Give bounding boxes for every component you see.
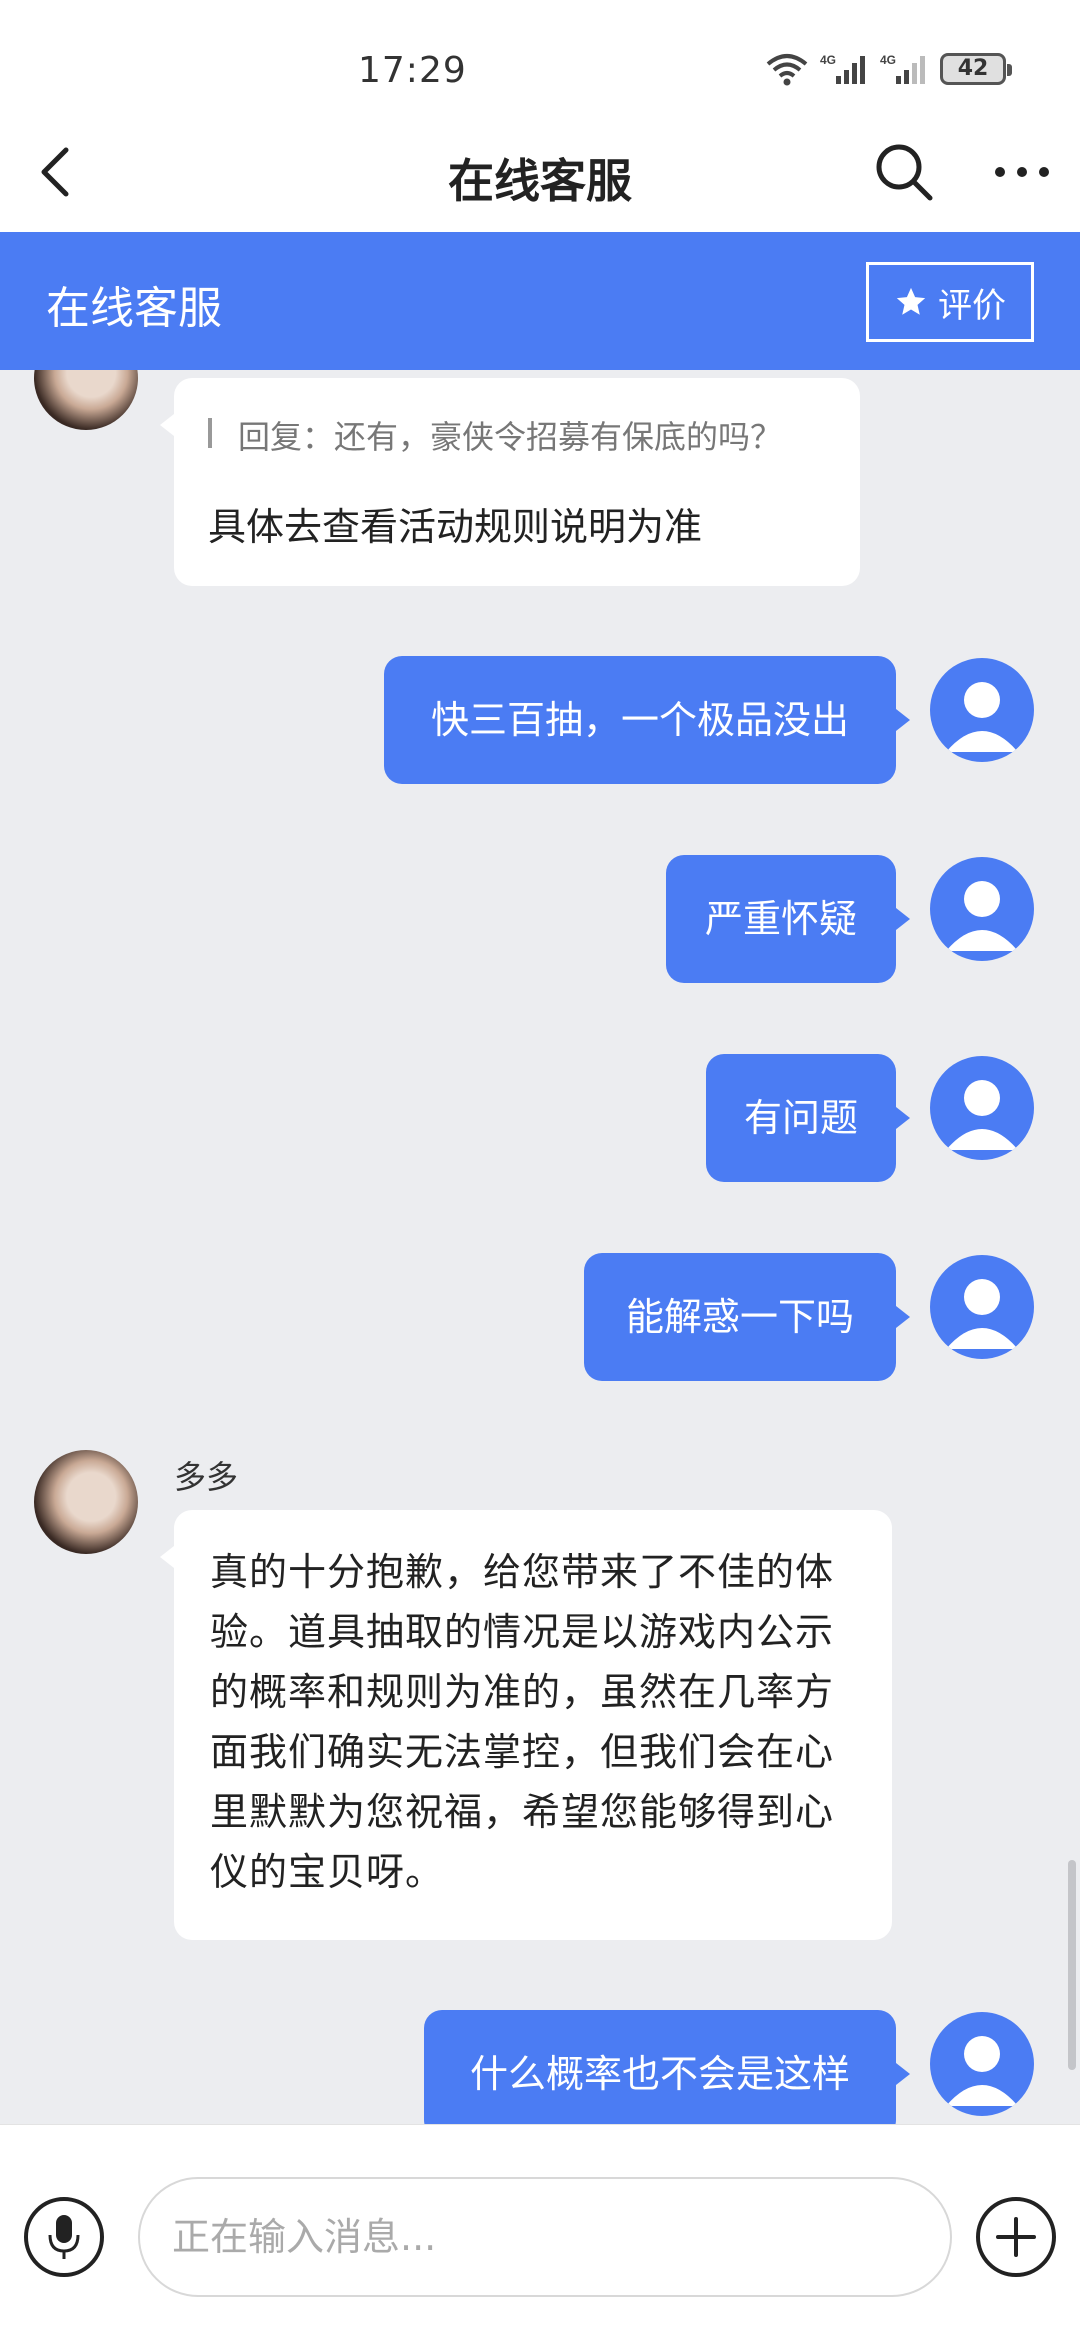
status-icons: 4G 4G 42 — [764, 52, 1012, 86]
agent-message-line: 的概率和规则为准的，虽然在几率方 — [210, 1670, 835, 1714]
input-bar — [0, 2124, 1080, 2344]
agent-message-line: 里默默为您祝福，希望您能够得到心 — [210, 1790, 835, 1834]
microphone-icon — [48, 2215, 80, 2259]
reply-message-bubble[interactable]: 回复：还有，豪侠令招募有保底的吗？ 具体去查看活动规则说明为准 — [160, 378, 860, 586]
user-message-bubble[interactable]: 什么概率也不会是这样 — [424, 2010, 910, 2124]
search-icon[interactable] — [872, 140, 936, 204]
service-header: 在线客服 评价 — [0, 232, 1080, 370]
agent-avatar[interactable] — [34, 370, 138, 430]
plus-button[interactable] — [976, 2197, 1056, 2277]
voice-button[interactable] — [24, 2197, 104, 2277]
user-message-bubble[interactable]: 严重怀疑 — [666, 855, 910, 983]
user-avatar[interactable] — [930, 658, 1034, 762]
reply-text: 具体去查看活动规则说明为准 — [208, 505, 703, 549]
quote-divider — [208, 418, 212, 448]
signal-label-2: 4G — [880, 53, 896, 67]
chat-area[interactable]: 回复：还有，豪侠令招募有保底的吗？ 具体去查看活动规则说明为准 快三百抽，一个极… — [0, 370, 1080, 2124]
user-avatar[interactable] — [930, 1056, 1034, 1160]
status-time: 17:29 — [358, 50, 467, 91]
agent-message-text: 真的十分抱歉，给您带来了不佳的体 验。道具抽取的情况是以游戏内公示 的概率和规则… — [210, 1542, 860, 1902]
nav-bar: 在线客服 — [0, 110, 1080, 232]
plus-icon — [996, 2217, 1036, 2257]
agent-avatar[interactable] — [34, 1450, 138, 1554]
agent-message-line: 面我们确实无法掌控，但我们会在心 — [210, 1730, 835, 1774]
service-title: 在线客服 — [46, 283, 222, 334]
user-message-bubble[interactable]: 能解惑一下吗 — [584, 1253, 910, 1381]
user-icon — [946, 682, 1018, 752]
agent-message-bubble[interactable]: 真的十分抱歉，给您带来了不佳的体 验。道具抽取的情况是以游戏内公示 的概率和规则… — [160, 1510, 892, 1940]
scrollbar[interactable] — [1068, 1860, 1076, 2070]
user-avatar[interactable] — [930, 2012, 1034, 2116]
cell-signal-icon: 4G — [820, 53, 865, 84]
more-dots-icon[interactable] — [990, 150, 1054, 194]
rate-label: 评价 — [938, 285, 1006, 326]
agent-name: 多多 — [174, 1458, 239, 1496]
wifi-icon — [766, 54, 808, 86]
star-icon — [896, 287, 926, 315]
agent-message-line: 真的十分抱歉，给您带来了不佳的体 — [210, 1550, 835, 1594]
user-icon — [946, 2036, 1018, 2106]
rate-button[interactable]: 评价 — [866, 262, 1034, 342]
user-avatar[interactable] — [930, 857, 1034, 961]
user-icon — [946, 881, 1018, 951]
quoted-text: 回复：还有，豪侠令招募有保底的吗？ — [238, 418, 783, 456]
user-icon — [946, 1080, 1018, 1150]
agent-message-line: 仪的宝贝呀。 — [210, 1850, 445, 1894]
signal-label-1: 4G — [820, 53, 836, 67]
user-message-bubble[interactable]: 快三百抽，一个极品没出 — [384, 656, 910, 784]
user-icon — [946, 1279, 1018, 1349]
agent-message-line: 验。道具抽取的情况是以游戏内公示 — [210, 1610, 835, 1654]
message-input[interactable] — [138, 2177, 952, 2297]
cell-signal-icon: 4G — [880, 53, 925, 84]
user-message-bubble[interactable]: 有问题 — [706, 1054, 910, 1182]
user-avatar[interactable] — [930, 1255, 1034, 1359]
battery-indicator: 42 — [940, 53, 1012, 85]
